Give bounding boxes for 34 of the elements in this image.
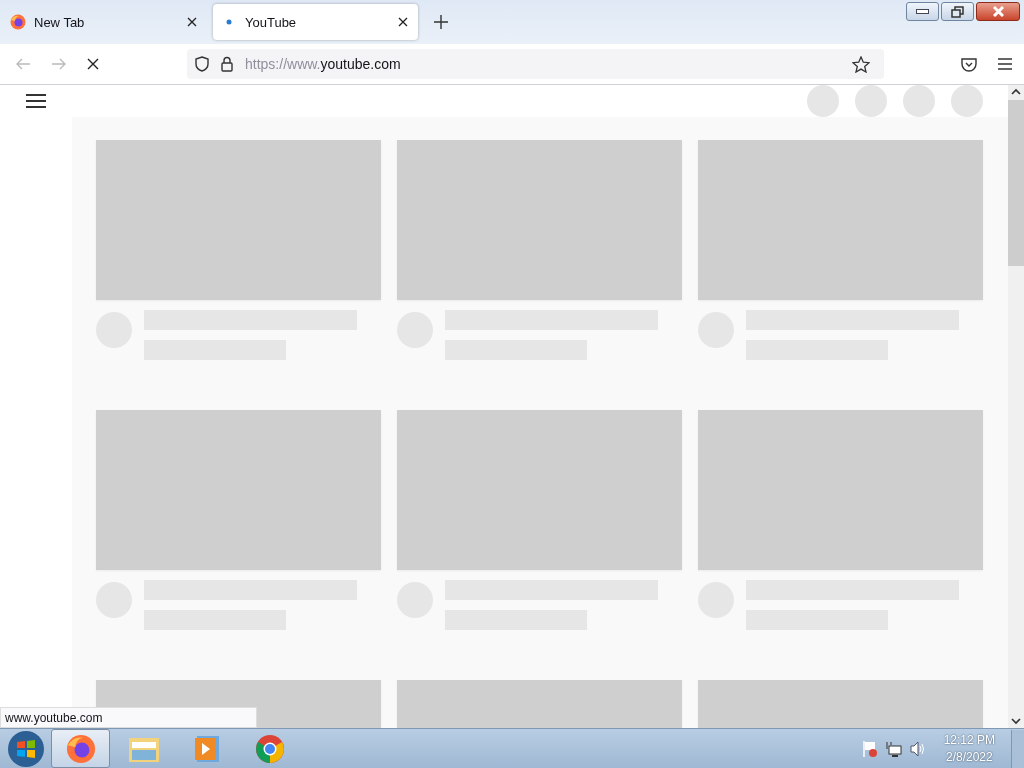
browser-tab[interactable]: YouTube <box>213 4 418 40</box>
minimize-button[interactable] <box>906 2 939 21</box>
shield-icon[interactable] <box>195 56 209 72</box>
minimize-icon <box>916 9 929 14</box>
browser-tab[interactable]: New Tab <box>2 4 207 40</box>
scrollbar[interactable] <box>1008 85 1024 728</box>
start-button[interactable] <box>7 729 45 768</box>
avatar-placeholder <box>855 85 887 117</box>
new-tab-icon[interactable] <box>434 15 448 29</box>
scroll-up-icon[interactable] <box>1011 88 1021 96</box>
network-icon[interactable] <box>885 740 902 757</box>
menu-icon[interactable] <box>26 94 46 108</box>
pocket-icon[interactable] <box>961 56 977 72</box>
restore-button[interactable] <box>941 2 974 21</box>
media-player-icon <box>193 734 220 763</box>
stop-icon[interactable] <box>87 58 99 70</box>
restore-icon <box>951 5 964 18</box>
flag-icon[interactable] <box>861 739 878 758</box>
close-icon[interactable] <box>398 17 408 27</box>
taskbar-app[interactable] <box>51 729 110 768</box>
close-icon[interactable] <box>187 17 197 27</box>
firefox-icon <box>10 14 26 30</box>
menu-icon[interactable] <box>998 58 1012 70</box>
star-icon[interactable] <box>852 55 870 73</box>
firefox-icon <box>65 733 96 764</box>
scroll-down-icon[interactable] <box>1011 717 1021 725</box>
close-icon <box>992 6 1004 17</box>
avatar-placeholder <box>807 85 839 117</box>
lock-icon[interactable] <box>221 56 233 72</box>
avatar-placeholder <box>903 85 935 117</box>
close-button[interactable] <box>976 2 1020 21</box>
chrome-icon <box>254 733 285 764</box>
speaker-icon[interactable] <box>909 740 926 757</box>
avatar-placeholder <box>951 85 983 117</box>
